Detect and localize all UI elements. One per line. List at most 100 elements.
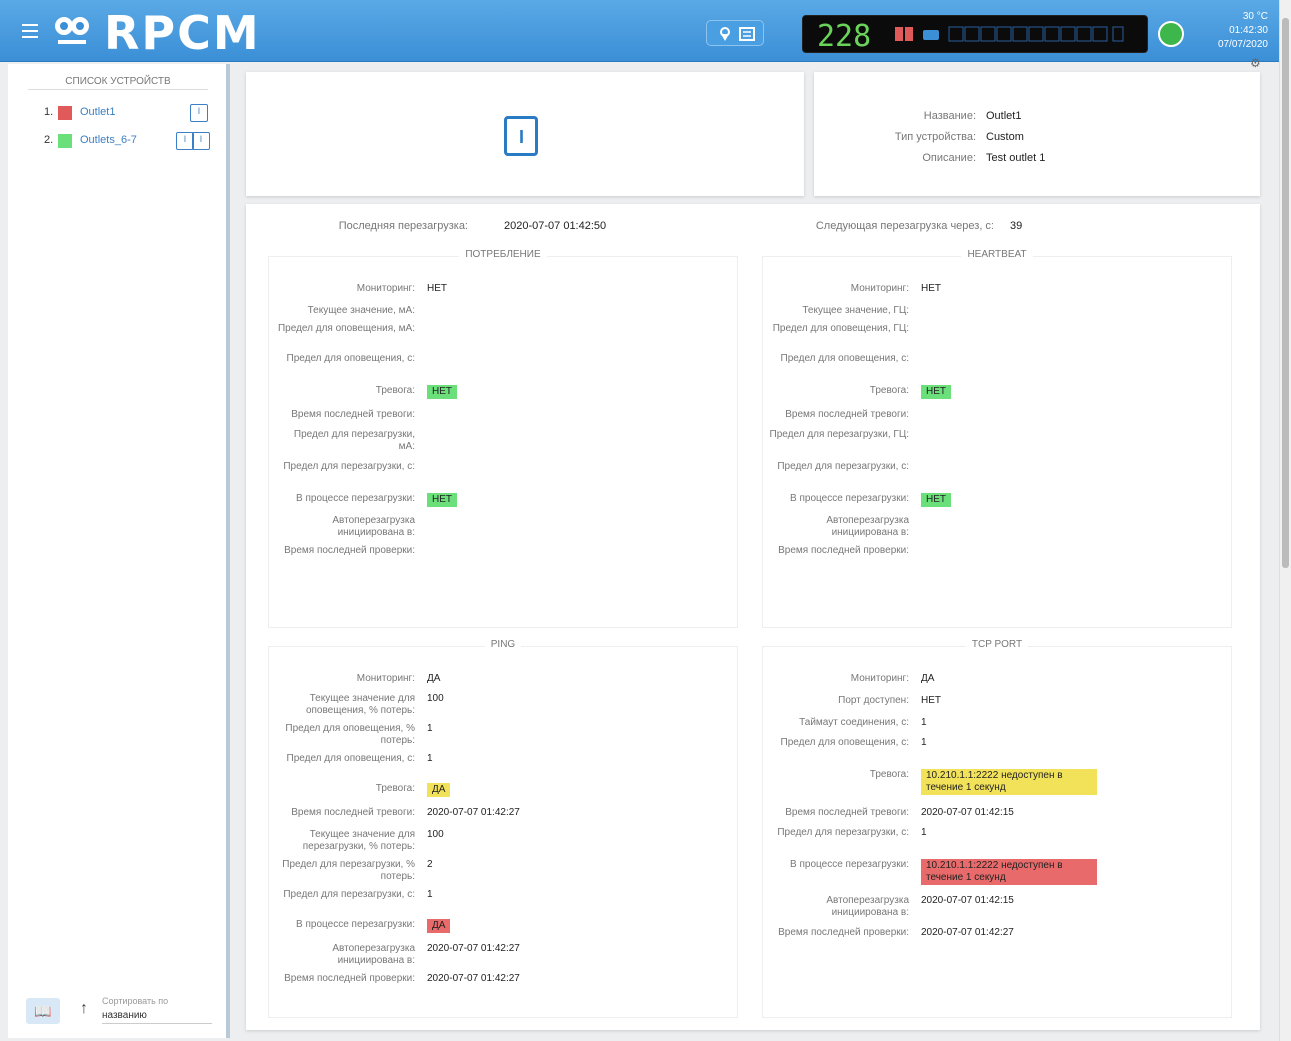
value-text: 2 <box>427 859 433 870</box>
field-label: В процессе перезагрузки: <box>790 859 909 870</box>
field-label: Время последней проверки: <box>778 545 909 556</box>
field-label: Предел для перезагрузки, % потерь: <box>282 859 415 882</box>
device-info-card: Название: Outlet1 Тип устройства: Custom… <box>814 72 1260 196</box>
section-title: Ping <box>269 639 737 650</box>
header-tools[interactable] <box>706 20 764 46</box>
field-label: Тревога: <box>869 385 909 396</box>
app-logo: RPCM <box>104 6 261 60</box>
device-sidebar: Список устройств 1. Outlet1 ⏽ 2. Outlets… <box>8 64 230 1038</box>
field-value: 1 <box>427 889 433 901</box>
device-list-title: Список устройств <box>28 76 208 90</box>
value-text: 1 <box>427 753 433 764</box>
field-value: НЕТ <box>427 385 457 399</box>
value-text: 1 <box>921 827 927 838</box>
field-label: Мониторинг: <box>850 283 909 294</box>
field-label: Время последней проверки: <box>284 973 415 984</box>
field-label: Порт доступен: <box>838 695 909 706</box>
field-label: Время последней тревоги: <box>785 807 909 818</box>
value-text: 2020-07-07 01:42:27 <box>427 807 520 818</box>
field-label: Автоперезагрузка инициирована в: <box>826 515 909 538</box>
field-value: ДА <box>427 783 451 797</box>
field-value: НЕТ <box>921 695 941 707</box>
field-value: 1 <box>921 827 927 839</box>
field-value: 1 <box>921 737 927 749</box>
field-label: Предел для оповещения, % потерь: <box>285 723 415 746</box>
field-label: Предел для оповещения, с: <box>286 353 415 364</box>
field-label: Текущее значение, мА: <box>307 305 415 316</box>
book-icon[interactable]: 📖 <box>26 998 60 1024</box>
value-text: 1 <box>921 737 927 748</box>
section-title: Потребление <box>269 249 737 260</box>
device-name[interactable]: Outlet1 <box>80 106 115 118</box>
field-label: Предел для перезагрузки, с: <box>777 461 909 472</box>
arrow-up-icon[interactable]: ↑ <box>80 1000 88 1018</box>
field-label: Текущее значение для перезагрузки, % пот… <box>302 829 415 852</box>
field-value: 10.210.1.1:2222 недоступен в течение 1 с… <box>921 769 1097 795</box>
status-square <box>58 134 72 148</box>
field-value: ДА <box>921 673 934 685</box>
field-value: НЕТ <box>427 493 457 507</box>
header-info: 30 °C 01:42:30 07/07/2020 <box>1198 10 1268 52</box>
sort-select[interactable]: названию <box>102 1010 212 1024</box>
field-label: Предел для перезагрузки, мА: <box>293 429 415 452</box>
device-name[interactable]: Outlets_6-7 <box>80 134 137 146</box>
field-label: Время последней проверки: <box>284 545 415 556</box>
field-label: Мониторинг: <box>356 283 415 294</box>
status-badge: НЕТ <box>427 385 457 399</box>
monitoring-card: Последняя перезагрузка: 2020-07-07 01:42… <box>246 204 1260 1030</box>
menu-icon[interactable] <box>22 24 38 38</box>
field-label: Предел для перезагрузки, с: <box>283 461 415 472</box>
device-list-item[interactable]: 1. Outlet1 ⏽ <box>44 104 214 122</box>
value-text: НЕТ <box>427 283 447 294</box>
field-label: Предел для оповещения, ГЦ: <box>772 323 909 334</box>
info-row: Название: Outlet1 <box>923 110 1022 122</box>
value-text: 2020-07-07 01:42:15 <box>921 895 1014 906</box>
field-value: 2020-07-07 01:42:27 <box>427 807 520 819</box>
field-label: Время последней проверки: <box>778 927 909 938</box>
field-label: В процессе перезагрузки: <box>296 919 415 930</box>
field-value: ДА <box>427 673 440 685</box>
value-text: 1 <box>427 723 433 734</box>
field-label: Автоперезагрузка инициирована в: <box>826 895 909 918</box>
app-header: RPCM 228 30 °C 01:42:30 07/07/2020 <box>0 0 1291 62</box>
field-value: НЕТ <box>921 385 951 399</box>
temperature: 30 °C <box>1242 11 1268 22</box>
field-value: ДА <box>427 919 451 933</box>
field-label: Мониторинг: <box>356 673 415 684</box>
field-label: Время последней тревоги: <box>291 807 415 818</box>
status-badge: НЕТ <box>921 385 951 399</box>
field-value: 100 <box>427 829 444 841</box>
device-icon-card: I <box>246 72 804 196</box>
field-label: Автоперезагрузка инициирована в: <box>332 943 415 966</box>
device-list-item[interactable]: 2. Outlets_6-7 ⏽ ⏽ <box>44 132 214 150</box>
field-value: 1 <box>427 753 433 765</box>
scroll-thumb[interactable] <box>1282 18 1289 568</box>
info-row: Описание: Test outlet 1 <box>922 152 1046 164</box>
field-value: 2 <box>427 859 433 871</box>
status-badge: 10.210.1.1:2222 недоступен в течение 1 с… <box>921 769 1097 795</box>
field-label: Таймаут соединения, с: <box>799 717 909 728</box>
field-value: 2020-07-07 01:42:27 <box>427 973 520 985</box>
field-label: Текущее значение, ГЦ: <box>802 305 909 316</box>
field-label: Время последней тревоги: <box>291 409 415 420</box>
field-value: НЕТ <box>921 283 941 295</box>
value-text: ДА <box>921 673 935 684</box>
power-status-icon[interactable] <box>1158 21 1184 47</box>
outlet-icon: ⏽ <box>190 104 208 122</box>
value-text: ДА <box>427 673 441 684</box>
field-value: 100 <box>427 693 444 705</box>
consumption-section: Потребление Мониторинг: НЕТ Текущее значени… <box>268 249 738 628</box>
value-text: 2020-07-07 01:42:27 <box>427 973 520 984</box>
value-text: 2020-07-07 01:42:27 <box>427 943 520 954</box>
page-scrollbar[interactable] <box>1279 0 1291 1041</box>
gear-icon[interactable]: ⚙ <box>1250 56 1261 70</box>
location-icon[interactable] <box>707 21 765 47</box>
field-value: 2020-07-07 01:42:27 <box>427 943 520 955</box>
status-badge: ДА <box>427 783 451 797</box>
field-label: Предел для оповещения, мА: <box>277 323 415 334</box>
field-label: Время последней тревоги: <box>785 409 909 420</box>
status-badge: НЕТ <box>427 493 457 507</box>
sort-controls: 📖 ↑ Сортировать по названию <box>26 994 222 1030</box>
section-title: Heartbeat <box>763 249 1231 260</box>
field-label: Предел для перезагрузки, с: <box>777 827 909 838</box>
